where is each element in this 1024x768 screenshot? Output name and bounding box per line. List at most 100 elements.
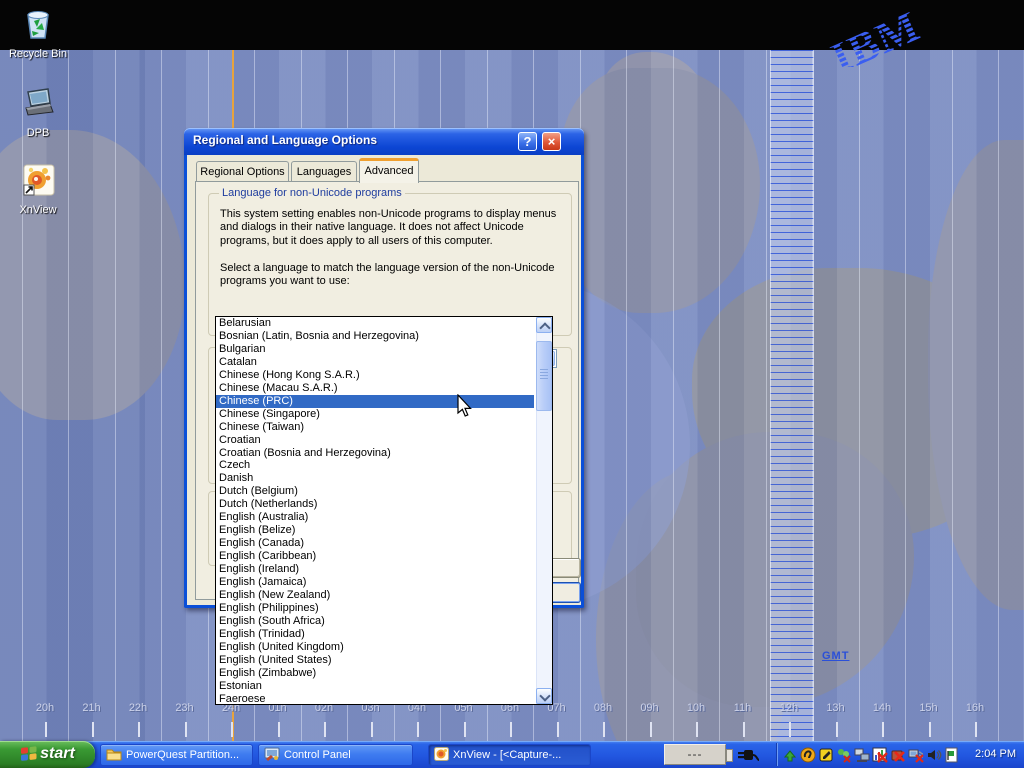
- desktop: GMT 20h21h22h23h24h01h02h03h04h05h06h07h…: [0, 0, 1024, 768]
- language-option[interactable]: English (South Africa): [216, 615, 534, 628]
- tray-divider: [776, 743, 778, 766]
- network-computers-icon[interactable]: [854, 747, 871, 763]
- language-option[interactable]: English (United Kingdom): [216, 641, 534, 654]
- timezone-boundary-line: [859, 50, 860, 741]
- timezone-label: 09h: [627, 702, 673, 714]
- timezone-label: 22h: [115, 702, 161, 714]
- recycle-bin-icon: [20, 5, 56, 41]
- xnview-shortcut-icon: [20, 161, 56, 197]
- device-disconnected-icon[interactable]: [890, 747, 907, 763]
- language-option[interactable]: Catalan: [216, 356, 534, 369]
- ac-plug-icon: [736, 746, 760, 764]
- messenger-icon[interactable]: [800, 747, 817, 763]
- security-shield-icon[interactable]: [818, 747, 835, 763]
- language-option[interactable]: Chinese (Taiwan): [216, 421, 534, 434]
- tab-regional-options[interactable]: Regional Options: [196, 161, 289, 182]
- close-button[interactable]: ×: [542, 132, 561, 151]
- language-option[interactable]: Faeroese: [216, 693, 534, 706]
- scroll-down-button[interactable]: [536, 688, 552, 704]
- timezone-boundary-line: [905, 50, 906, 741]
- scroll-up-button[interactable]: [536, 317, 552, 333]
- language-option[interactable]: English (Ireland): [216, 563, 534, 576]
- timezone-tick: [45, 722, 47, 737]
- timezone-tick: [882, 722, 884, 737]
- timezone-boundary-line: [998, 50, 999, 741]
- language-indicator-icon[interactable]: [944, 747, 961, 763]
- tab-advanced[interactable]: Advanced: [359, 158, 419, 183]
- language-option[interactable]: English (New Zealand): [216, 589, 534, 602]
- language-option[interactable]: Bulgarian: [216, 343, 534, 356]
- chevron-up-icon: [539, 322, 550, 333]
- folder-icon: [106, 747, 122, 761]
- performance-chart-offline-icon[interactable]: [872, 747, 889, 763]
- language-option[interactable]: English (Belize): [216, 524, 534, 537]
- help-button[interactable]: ?: [518, 132, 537, 151]
- language-option[interactable]: English (Zimbabwe): [216, 667, 534, 680]
- language-option[interactable]: English (Philippines): [216, 602, 534, 615]
- battery-meter-tip: [726, 749, 733, 762]
- desktop-icon-dpb[interactable]: DPB: [0, 84, 76, 139]
- network-users-offline-icon[interactable]: [836, 747, 853, 763]
- language-option[interactable]: Croatian (Bosnia and Herzegovina): [216, 447, 534, 460]
- language-option[interactable]: English (Trinidad): [216, 628, 534, 641]
- timezone-boundary-line: [673, 50, 674, 741]
- timezone-boundary-line: [952, 50, 953, 741]
- timezone-tick: [510, 722, 512, 737]
- timezone-tick: [836, 722, 838, 737]
- start-button[interactable]: start: [0, 741, 95, 768]
- display-network-offline-icon[interactable]: [908, 747, 925, 763]
- language-option[interactable]: Chinese (Singapore): [216, 408, 534, 421]
- taskbutton-control-panel[interactable]: Control Panel: [258, 744, 413, 766]
- timezone-tick: [417, 722, 419, 737]
- taskbar: start PowerQuest Partition... Control Pa…: [0, 741, 1024, 768]
- svg-text:IBM: IBM: [824, 1, 927, 67]
- battery-meter[interactable]: ---: [664, 744, 726, 765]
- timezone-boundary-line: [626, 50, 627, 741]
- volume-icon[interactable]: [926, 747, 943, 763]
- timezone-label: 11h: [720, 702, 766, 714]
- green-utility-icon[interactable]: [782, 747, 799, 763]
- language-option[interactable]: Chinese (Macau S.A.R.): [216, 382, 534, 395]
- timezone-tick: [557, 722, 559, 737]
- language-option[interactable]: Chinese (PRC): [216, 395, 534, 408]
- language-option[interactable]: English (Caribbean): [216, 550, 534, 563]
- timezone-boundary-line: [719, 50, 720, 741]
- language-option[interactable]: English (Jamaica): [216, 576, 534, 589]
- timezone-tick: [650, 722, 652, 737]
- language-option[interactable]: Danish: [216, 472, 534, 485]
- language-option[interactable]: Czech: [216, 459, 534, 472]
- laptop-icon: [20, 84, 56, 120]
- timezone-tick: [138, 722, 140, 737]
- desktop-icon-label: Recycle Bin: [0, 48, 76, 60]
- tab-languages[interactable]: Languages: [291, 161, 357, 182]
- language-dropdown-list[interactable]: BelarusianBosnian (Latin, Bosnia and Her…: [215, 316, 553, 705]
- timezone-tick: [743, 722, 745, 737]
- language-option[interactable]: Chinese (Hong Kong S.A.R.): [216, 369, 534, 382]
- language-option[interactable]: English (United States): [216, 654, 534, 667]
- list-scrollbar[interactable]: [536, 317, 552, 704]
- language-option[interactable]: Dutch (Netherlands): [216, 498, 534, 511]
- timezone-label: 23h: [162, 702, 208, 714]
- language-option[interactable]: Estonian: [216, 680, 534, 693]
- language-option[interactable]: Bosnian (Latin, Bosnia and Herzegovina): [216, 330, 534, 343]
- taskbutton-xnview[interactable]: XnView - [<Capture-...: [428, 744, 591, 766]
- timezone-label: 13h: [813, 702, 859, 714]
- desktop-icon-recycle-bin[interactable]: Recycle Bin: [0, 5, 76, 60]
- taskbutton-powerquest[interactable]: PowerQuest Partition...: [100, 744, 253, 766]
- dialog-titlebar[interactable]: Regional and Language Options ? ×: [184, 128, 584, 155]
- language-option[interactable]: Croatian: [216, 434, 534, 447]
- group-caption: Language for non-Unicode programs: [219, 187, 405, 199]
- language-option[interactable]: Dutch (Belgium): [216, 485, 534, 498]
- timezone-boundary-line: [115, 50, 116, 741]
- windows-flag-icon: [20, 745, 38, 761]
- system-tray: [782, 746, 961, 764]
- desktop-icon-xnview[interactable]: XnView: [0, 161, 76, 216]
- language-option[interactable]: Belarusian: [216, 317, 534, 330]
- language-option[interactable]: English (Canada): [216, 537, 534, 550]
- start-label: start: [40, 745, 75, 762]
- taskbar-clock[interactable]: 2:04 PM: [975, 748, 1016, 760]
- language-option[interactable]: English (Australia): [216, 511, 534, 524]
- taskbutton-label: Control Panel: [284, 749, 351, 761]
- scrollbar-thumb[interactable]: [536, 341, 552, 411]
- mouse-cursor: [456, 394, 476, 420]
